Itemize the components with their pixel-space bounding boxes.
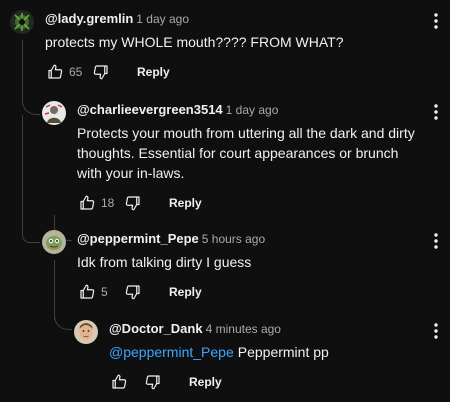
more-actions-button[interactable]: [430, 321, 442, 341]
dislike-button[interactable]: [141, 370, 165, 394]
thread-line: [54, 300, 72, 330]
comment-timestamp[interactable]: 4 minutes ago: [206, 322, 281, 336]
avatar[interactable]: [10, 10, 34, 34]
more-actions-button[interactable]: [430, 231, 442, 251]
comment-author[interactable]: @peppermint_Pepe: [77, 231, 199, 246]
thumbs-down-icon: [145, 375, 160, 390]
avatar[interactable]: [42, 101, 66, 125]
comment-timestamp[interactable]: 5 hours ago: [202, 232, 265, 246]
comment-author[interactable]: @Doctor_Dank: [109, 321, 203, 336]
comment-timestamp[interactable]: 1 day ago: [226, 103, 279, 117]
comment-text: Protects your mouth from uttering all th…: [77, 125, 415, 181]
like-button[interactable]: [107, 370, 131, 394]
avatar[interactable]: [74, 320, 98, 344]
thumbs-down-icon: [125, 285, 140, 300]
reply-button[interactable]: Reply: [189, 375, 222, 389]
like-button[interactable]: [43, 60, 67, 84]
more-actions-button[interactable]: [430, 102, 442, 122]
thumbs-down-icon: [93, 65, 108, 80]
comment-author[interactable]: @lady.gremlin: [45, 11, 133, 26]
like-button[interactable]: [75, 191, 99, 215]
thumbs-up-icon: [80, 195, 95, 210]
dislike-button[interactable]: [121, 280, 145, 304]
comment-text: @peppermint_Pepe Peppermint pp: [109, 342, 429, 362]
reply-button[interactable]: Reply: [169, 196, 202, 210]
more-vert-icon: [434, 323, 438, 339]
like-button[interactable]: [75, 280, 99, 304]
avatar[interactable]: [42, 230, 66, 254]
like-count: 18: [101, 196, 115, 210]
comment-text: protects my WHOLE mouth???? FROM WHAT?: [45, 34, 344, 50]
thumbs-up-icon: [48, 64, 63, 79]
mention-link[interactable]: @peppermint_Pepe: [109, 344, 234, 360]
comment-author[interactable]: @charlieevergreen3514: [77, 102, 223, 117]
comment-text-content: Peppermint pp: [237, 344, 329, 360]
thread-line: [22, 235, 40, 243]
comment-timestamp[interactable]: 1 day ago: [136, 12, 189, 26]
dislike-button[interactable]: [89, 60, 113, 84]
more-actions-button[interactable]: [430, 11, 442, 31]
thumbs-up-icon: [112, 374, 127, 389]
dislike-button[interactable]: [121, 191, 145, 215]
more-vert-icon: [434, 13, 438, 29]
comment-text: Idk from talking dirty I guess: [77, 254, 252, 270]
reply-button[interactable]: Reply: [137, 65, 170, 79]
thumbs-down-icon: [125, 196, 140, 211]
more-vert-icon: [434, 104, 438, 120]
reply-button[interactable]: Reply: [169, 285, 202, 299]
thumbs-up-icon: [80, 284, 95, 299]
thread-line: [22, 115, 23, 235]
like-count: 5: [101, 285, 108, 299]
like-count: 65: [69, 65, 83, 79]
more-vert-icon: [434, 233, 438, 249]
thread-line: [22, 40, 40, 115]
